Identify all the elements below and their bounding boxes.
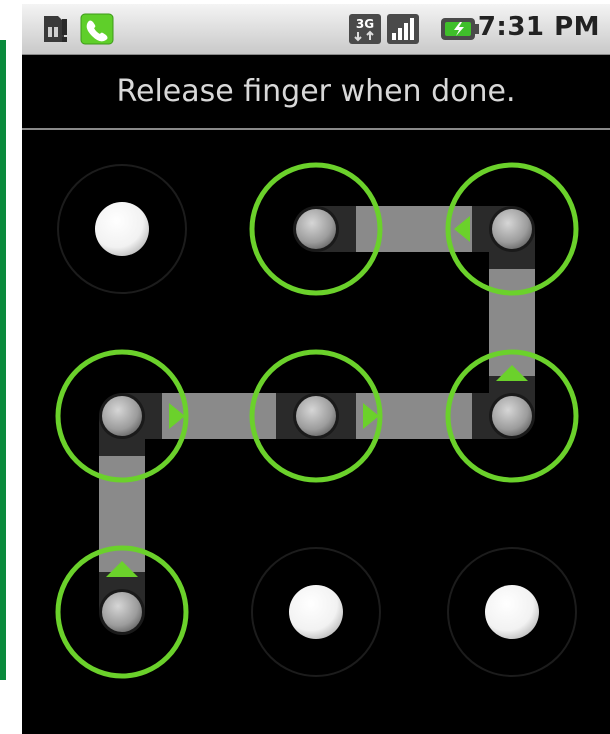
phone-screen: 3G 7:31 PM Release finger when done. bbox=[22, 4, 610, 734]
cell-5-dot-active bbox=[296, 396, 336, 436]
left-accent-bar bbox=[0, 40, 6, 680]
cell-6-dot-active bbox=[492, 396, 532, 436]
cell-9-dot bbox=[485, 585, 539, 639]
cell-1-dot bbox=[95, 202, 149, 256]
cell-4-dot-active bbox=[102, 396, 142, 436]
cell-2-dot-active bbox=[296, 209, 336, 249]
cell-7-dot-active bbox=[102, 592, 142, 632]
cell-8-dot bbox=[289, 585, 343, 639]
cell-3-dot-active bbox=[492, 209, 532, 249]
pattern-lock-grid[interactable] bbox=[22, 4, 610, 734]
